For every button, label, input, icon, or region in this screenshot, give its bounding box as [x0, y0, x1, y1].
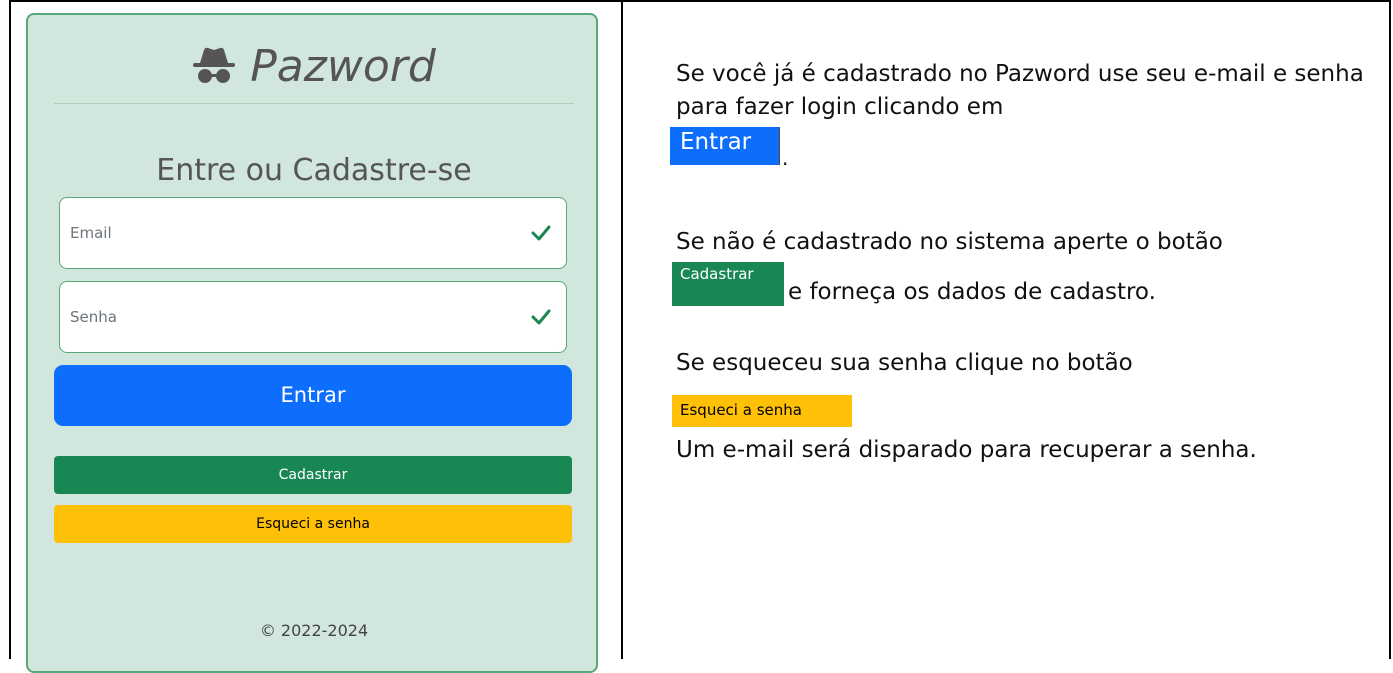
forgot-button-sample: Esqueci a senha [672, 395, 852, 427]
instruction-register-text: Se não é cadastrado no sistema aperte o … [676, 229, 1223, 255]
login-card: Pazword Entre ou Cadastre-se Email Senha… [26, 13, 598, 673]
check-icon [530, 222, 552, 244]
password-field[interactable]: Senha [59, 281, 567, 353]
brand-divider [54, 103, 574, 104]
enter-button-sample: Entrar [670, 127, 780, 165]
instruction-login-text: Se você já é cadastrado no Pazword use s… [676, 61, 1364, 120]
email-placeholder: Email [70, 224, 112, 242]
table-column-divider [621, 0, 623, 659]
enter-button[interactable]: Entrar [54, 365, 572, 426]
instruction-login-period: . [782, 146, 789, 170]
email-field[interactable]: Email [59, 197, 567, 269]
instruction-forgot-text: Se esqueceu sua senha clique no botão [676, 350, 1133, 376]
copyright-footer: © 2022-2024 [259, 621, 369, 640]
instruction-forgot-end: Um e-mail será disparado para recuperar … [676, 437, 1257, 463]
brand-name: Pazword [250, 41, 436, 92]
check-icon [530, 306, 552, 328]
incognito-icon [192, 45, 236, 96]
instruction-register-end: e forneça os dados de cadastro. [788, 279, 1156, 305]
page-title: Entre ou Cadastre-se [156, 153, 472, 188]
register-button[interactable]: Cadastrar [54, 456, 572, 494]
forgot-password-button[interactable]: Esqueci a senha [54, 505, 572, 543]
password-placeholder: Senha [70, 308, 117, 326]
register-button-sample: Cadastrar [672, 262, 784, 306]
brand-title: Pazword [28, 41, 600, 96]
